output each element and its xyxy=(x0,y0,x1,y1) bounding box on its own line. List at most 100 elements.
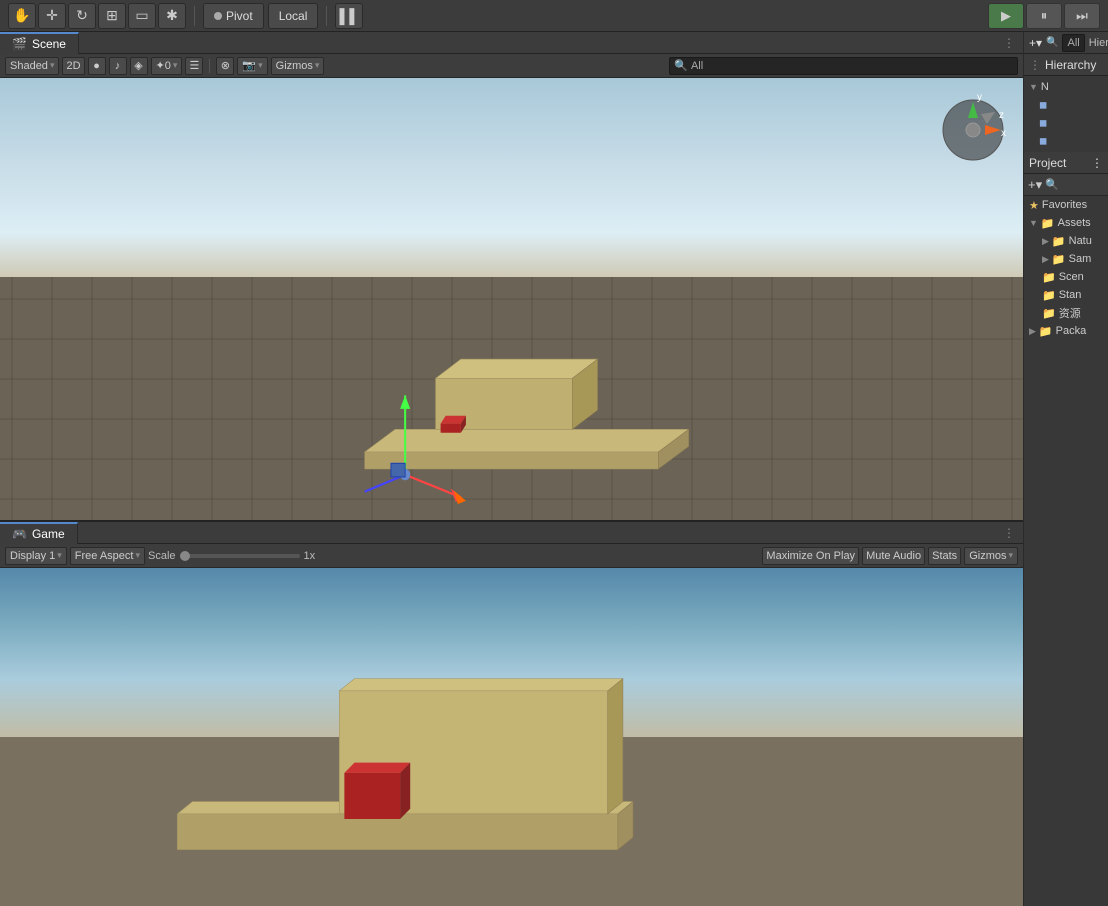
scene-tab[interactable]: 🎬 Scene xyxy=(0,32,79,54)
hierarchy-icon-0: N xyxy=(1041,81,1049,93)
pivot-button[interactable]: Pivot xyxy=(203,3,264,29)
assets-arrow: ▼ xyxy=(1029,218,1038,228)
local-button[interactable]: Local xyxy=(268,3,319,29)
platform-object xyxy=(365,429,689,469)
game-tab-label: Game xyxy=(32,527,65,541)
hierarchy-item-1[interactable]: ◼ xyxy=(1024,96,1108,114)
pause-button[interactable]: ⏸ xyxy=(1026,3,1062,29)
assets-folder[interactable]: ▼ 📁 Assets xyxy=(1024,214,1108,232)
left-panels: 🎬 Scene ⋮ Shaded ▾ 2D ● ♪ ◈ ✦0 ▾ ☰ xyxy=(0,32,1023,906)
rect-tool-button[interactable]: ▭ xyxy=(128,3,156,29)
toolbar-sep-2 xyxy=(326,6,327,26)
scene-gizmo[interactable]: y z x xyxy=(933,88,1013,168)
toolbar-sep-1 xyxy=(194,6,195,26)
aspect-select[interactable]: Free Aspect ▾ xyxy=(70,547,145,565)
cube-icon-3: ◼ xyxy=(1039,136,1047,147)
shading-chevron: ▾ xyxy=(50,60,55,71)
folder-sam-icon: 📁 xyxy=(1052,253,1066,266)
cube-icon-1: ◼ xyxy=(1039,100,1047,111)
scene-tab-label: Scene xyxy=(32,37,66,51)
project-tab-more[interactable]: ⋮ xyxy=(1091,156,1103,170)
step-button[interactable]: ⏭ xyxy=(1064,3,1100,29)
audio-btn[interactable]: ♪ xyxy=(109,57,127,75)
folder-sam[interactable]: ▶ 📁 Sam xyxy=(1024,250,1108,268)
pivot-dot xyxy=(214,12,222,20)
project-search-btn[interactable]: 🔍 xyxy=(1045,178,1059,191)
scene-toolbar: Shaded ▾ 2D ● ♪ ◈ ✦0 ▾ ☰ ⊗ 📷 ▾ xyxy=(0,54,1023,78)
folder-stan[interactable]: 📁 Stan xyxy=(1024,286,1108,304)
folder-cn-icon: 📁 xyxy=(1042,307,1056,320)
folder-natu[interactable]: ▶ 📁 Natu xyxy=(1024,232,1108,250)
project-add-btn[interactable]: +▾ xyxy=(1028,177,1042,193)
scale-tool-button[interactable]: ⊞ xyxy=(98,3,126,29)
gizmos-select[interactable]: Gizmos ▾ xyxy=(271,57,325,75)
svg-text:y: y xyxy=(977,92,982,103)
scale-slider-thumb[interactable] xyxy=(180,551,190,561)
play-button[interactable]: ▶ xyxy=(988,3,1024,29)
hierarchy-tab-bar: ⋮ Hierarchy xyxy=(1024,54,1108,76)
project-section: Project ⋮ +▾ 🔍 ★ Favorites ▼ 📁 Assets xyxy=(1024,152,1108,906)
scene-viewport[interactable]: y z x xyxy=(0,78,1023,520)
assets-folder-icon: 📁 xyxy=(1041,217,1055,230)
hand-tool-button[interactable]: ✋ xyxy=(8,3,36,29)
hierarchy-item-2[interactable]: ◼ xyxy=(1024,114,1108,132)
folder-sam-arrow: ▶ xyxy=(1042,254,1049,265)
game-tab-bar: 🎮 Game ⋮ xyxy=(0,522,1023,544)
game-gizmos-select[interactable]: Gizmos ▾ xyxy=(964,547,1018,565)
render-btn[interactable]: ◈ xyxy=(130,57,148,75)
packages-folder-icon: 📁 xyxy=(1039,325,1053,338)
scene-objects-svg xyxy=(0,78,1023,520)
folder-stan-icon: 📁 xyxy=(1042,289,1056,302)
folder-cn-label: 资源 xyxy=(1059,305,1081,321)
game-viewport[interactable] xyxy=(0,568,1023,906)
scale-slider-track[interactable] xyxy=(180,554,300,558)
hierarchy-items: ▼ N ◼ ◼ ◼ xyxy=(1024,76,1108,152)
move-tool-button[interactable]: ✛ xyxy=(38,3,66,29)
svg-text:z: z xyxy=(999,110,1004,121)
play-controls: ▶ ⏸ ⏭ xyxy=(988,3,1100,29)
scene-search[interactable]: 🔍 All xyxy=(669,57,1018,75)
game-toolbar: Display 1 ▾ Free Aspect ▾ Scale 1x Maxim… xyxy=(0,544,1023,568)
display-select[interactable]: Display 1 ▾ xyxy=(5,547,67,565)
hierarchy-tab-more[interactable]: ⋮ xyxy=(1029,58,1041,72)
shading-select[interactable]: Shaded ▾ xyxy=(5,57,59,75)
rotate-tool-button[interactable]: ↻ xyxy=(68,3,96,29)
camera-select[interactable]: 📷 ▾ xyxy=(237,57,267,75)
favorites-star-icon: ★ xyxy=(1029,199,1039,212)
maximize-on-play-btn[interactable]: Maximize On Play xyxy=(762,547,859,565)
folder-natu-label: Natu xyxy=(1069,235,1092,247)
packages-folder[interactable]: ▶ 📁 Packa xyxy=(1024,322,1108,340)
favorites-item[interactable]: ★ Favorites xyxy=(1024,196,1108,214)
hierarchy-search[interactable]: All xyxy=(1062,34,1084,52)
number-select[interactable]: ✦0 ▾ xyxy=(151,57,183,75)
game-tab[interactable]: 🎮 Game xyxy=(0,522,78,544)
tool-buttons: ✋ ✛ ↻ ⊞ ▭ ✱ xyxy=(8,3,186,29)
layers-button[interactable]: ▌▌ xyxy=(335,3,363,29)
add-hierarchy-btn[interactable]: +▾ xyxy=(1029,36,1042,50)
right-sidebar: +▾ 🔍 All Hierarchy ⋮ Hierarchy ▼ N ◼ xyxy=(1023,32,1108,906)
hierarchy-label-display: Hierarchy xyxy=(1041,58,1096,72)
2d-button[interactable]: 2D xyxy=(62,57,84,75)
folder-scen[interactable]: 📁 Scen xyxy=(1024,268,1108,286)
stats-btn[interactable]: Stats xyxy=(928,547,961,565)
folder-scen-icon: 📁 xyxy=(1042,271,1056,284)
asset-subfolders: ▶ 📁 Natu ▶ 📁 Sam 📁 Scen 📁 Stan xyxy=(1024,232,1108,322)
game-tab-more[interactable]: ⋮ xyxy=(995,526,1023,540)
folder-assets-cn[interactable]: 📁 资源 xyxy=(1024,304,1108,322)
fx-btn[interactable]: ⊗ xyxy=(216,57,234,75)
scale-value: 1x xyxy=(304,550,316,562)
scene-toolbar-sep xyxy=(209,59,210,73)
mute-audio-btn[interactable]: Mute Audio xyxy=(862,547,925,565)
top-toolbar: ✋ ✛ ↻ ⊞ ▭ ✱ Pivot Local ▌▌ ▶ ⏸ ⏭ xyxy=(0,0,1108,32)
layers-scene-btn[interactable]: ☰ xyxy=(185,57,203,75)
hierarchy-item-3[interactable]: ◼ xyxy=(1024,132,1108,150)
folder-natu-icon: 📁 xyxy=(1052,235,1066,248)
scale-label: Scale xyxy=(148,550,176,562)
svg-text:x: x xyxy=(1001,128,1006,139)
project-header: Project ⋮ xyxy=(1024,152,1108,174)
hierarchy-item-0[interactable]: ▼ N xyxy=(1024,78,1108,96)
scene-tab-more[interactable]: ⋮ xyxy=(995,36,1023,50)
transform-tool-button[interactable]: ✱ xyxy=(158,3,186,29)
packages-label: Packa xyxy=(1056,325,1087,337)
effects-btn[interactable]: ● xyxy=(88,57,106,75)
